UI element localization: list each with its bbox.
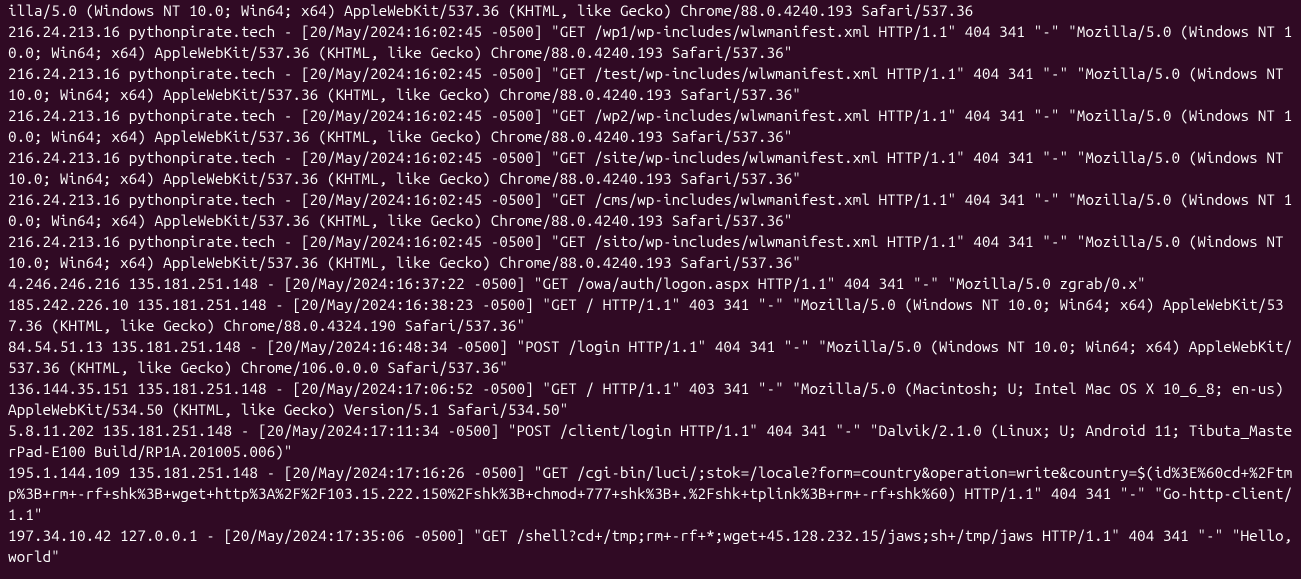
terminal-log-output: illa/5.0 (Windows NT 10.0; Win64; x64) A… bbox=[0, 0, 1301, 567]
